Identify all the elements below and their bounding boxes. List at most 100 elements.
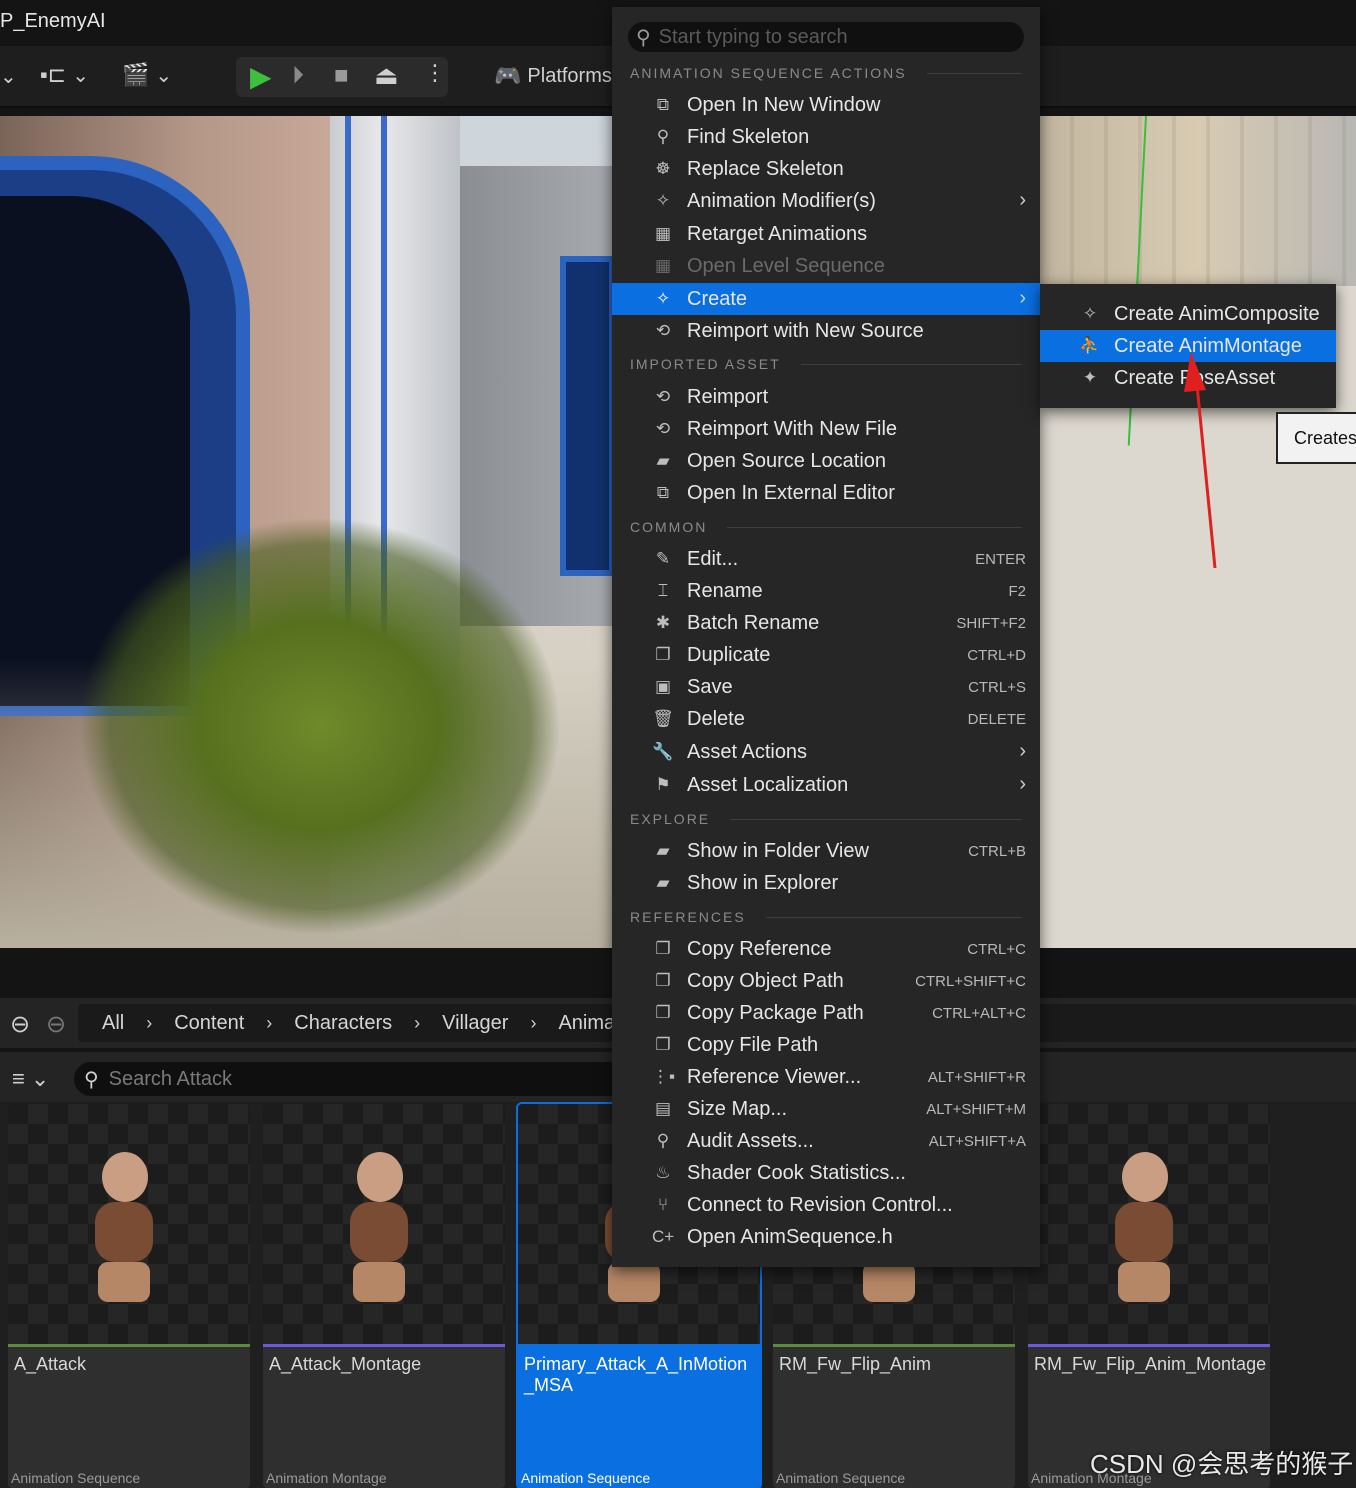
menu-item-label: Batch Rename (687, 612, 820, 634)
menu-item-shader-cook-statistics[interactable]: ♨ Shader Cook Statistics... (612, 1157, 1040, 1189)
menu-item-find-skeleton[interactable]: ⚲ Find Skeleton (612, 121, 1040, 153)
asset-search-placeholder: Search Attack (108, 1067, 233, 1090)
submenu-item-create-poseasset[interactable]: ✦ Create PoseAsset (1040, 362, 1336, 394)
shortcut-label: F2 (1008, 583, 1026, 600)
menu-item-open-in-external-editor[interactable]: ⧉ Open In External Editor (612, 477, 1040, 509)
asset-name: A_Attack (14, 1354, 87, 1374)
character-preview (90, 1152, 160, 1302)
breadcrumb-content[interactable]: Content (174, 1012, 244, 1035)
chevron-right-icon[interactable]: › (414, 1013, 420, 1034)
flag-icon: ⚑ (655, 775, 671, 794)
menu-item-label: Reference Viewer... (687, 1066, 862, 1088)
menu-item-label: Retarget Animations (687, 223, 868, 245)
menu-item-edit[interactable]: ✎ Edit... ENTER (612, 543, 1040, 575)
menu-item-retarget-animations[interactable]: ▦ Retarget Animations (612, 218, 1040, 250)
menu-item-label: Rename (687, 580, 763, 602)
submenu-item-create-animcomposite[interactable]: ✧ Create AnimComposite (1040, 298, 1336, 330)
menu-item-copy-reference[interactable]: ❐ Copy Reference CTRL+C (612, 933, 1040, 965)
menu-item-asset-localization[interactable]: ⚑ Asset Localization › (612, 769, 1040, 801)
menu-item-show-in-explorer[interactable]: ▰ Show in Explorer (612, 867, 1040, 899)
rename-icon: ⌶ (657, 581, 669, 600)
menu-item-copy-package-path[interactable]: ❐ Copy Package Path CTRL+ALT+C (612, 997, 1040, 1029)
menu-item-delete[interactable]: 🗑 Delete DELETE (612, 703, 1040, 735)
chevron-right-icon[interactable]: › (530, 1013, 536, 1034)
asset-tile[interactable]: A_Attack_Montage Animation Montage (263, 1104, 505, 1488)
menu-item-label: Shader Cook Statistics... (687, 1162, 906, 1184)
menu-item-label: Copy Package Path (687, 1002, 864, 1024)
retarget-icon: ▦ (654, 224, 672, 243)
menu-item-open-animsequence-h[interactable]: C+ Open AnimSequence.h (612, 1221, 1040, 1253)
chevron-right-icon[interactable]: › (266, 1013, 272, 1034)
menu-item-open-source-location[interactable]: ▰ Open Source Location (612, 445, 1040, 477)
asset-type: Animation Sequence (11, 1470, 141, 1486)
menu-item-batch-rename[interactable]: ✱ Batch Rename SHIFT+F2 (612, 607, 1040, 639)
search-icon: ⚲ (84, 1068, 99, 1091)
back-icon[interactable]: ⊖ (10, 1010, 30, 1039)
menu-item-asset-actions[interactable]: 🔧 Asset Actions › (612, 736, 1040, 768)
chevron-right-icon[interactable]: › (146, 1013, 152, 1034)
shortcut-label: ENTER (975, 551, 1026, 568)
filter-button[interactable]: ≡ ⌄ (12, 1066, 49, 1092)
menu-item-open-in-new-window[interactable]: ⧉ Open In New Window (612, 89, 1040, 121)
play-icon[interactable]: ▶ (250, 60, 272, 93)
scene-street-buildings (1040, 116, 1356, 286)
more-options-icon[interactable]: ⋮ (424, 60, 446, 86)
menu-item-reimport-with-new-source[interactable]: ⟲ Reimport with New Source (612, 315, 1040, 347)
section-explore: EXPLORE (630, 811, 1022, 827)
breadcrumb-characters[interactable]: Characters (294, 1012, 392, 1035)
copy-icon: ❐ (655, 1035, 671, 1054)
menu-item-animation-modifier-s[interactable]: ✧ Animation Modifier(s) › (612, 185, 1040, 217)
menu-item-create[interactable]: ✧ Create › (612, 283, 1040, 315)
menu-item-duplicate[interactable]: ❐ Duplicate CTRL+D (612, 639, 1040, 671)
menu-item-audit-assets[interactable]: ⚲ Audit Assets... ALT+SHIFT+A (612, 1125, 1040, 1157)
menu-item-reimport[interactable]: ⟲ Reimport (612, 381, 1040, 413)
menu-search-input[interactable]: ⚲ Start typing to search (628, 22, 1024, 52)
shortcut-label: ALT+SHIFT+A (928, 1133, 1026, 1150)
menu-item-replace-skeleton[interactable]: ☸ Replace Skeleton (612, 153, 1040, 185)
asset-tile[interactable]: A_Attack Animation Sequence (8, 1104, 250, 1488)
create-icon: ✧ (655, 289, 671, 308)
menu-item-label: Open In New Window (687, 94, 881, 116)
menu-item-reimport-with-new-file[interactable]: ⟲ Reimport With New File (612, 413, 1040, 445)
asset-tile[interactable]: RM_Fw_Flip_Anim_Montage Animation Montage (1028, 1104, 1270, 1488)
menu-item-label: Show in Folder View (687, 840, 869, 862)
breadcrumb-villager[interactable]: Villager (442, 1012, 508, 1035)
asset-type: Animation Sequence (776, 1470, 906, 1486)
platforms-button[interactable]: 🎮 Platforms (494, 63, 612, 89)
chevron-down-icon: ⌄ (155, 64, 173, 87)
breadcrumb-animations[interactable]: Anima (558, 1012, 615, 1035)
step-icon[interactable]: ⏵ (292, 62, 304, 90)
shortcut-label: CTRL+D (967, 647, 1026, 664)
menu-item-copy-file-path[interactable]: ❐ Copy File Path (612, 1029, 1040, 1061)
asset-type: Animation Montage (266, 1470, 387, 1486)
delete-icon: 🗑 (652, 709, 674, 728)
asset-type-bar (773, 1344, 1015, 1347)
menu-item-save[interactable]: ▣ Save CTRL+S (612, 671, 1040, 703)
toolbar-dropdown-button[interactable]: ⌄ (0, 64, 17, 89)
blueprint-mode-button[interactable]: ▪⊏ ⌄ (40, 62, 89, 88)
character-preview (345, 1152, 415, 1302)
menu-item-label: Replace Skeleton (687, 158, 844, 180)
menu-item-open-level-sequence: ▦ Open Level Sequence (612, 250, 1040, 282)
menu-item-reference-viewer[interactable]: ⋮▪ Reference Viewer... ALT+SHIFT+R (612, 1061, 1040, 1093)
menu-item-connect-to-revision-control[interactable]: ⑂ Connect to Revision Control... (612, 1189, 1040, 1221)
tooltip: Creates (1276, 412, 1356, 464)
menu-item-show-in-folder-view[interactable]: ▰ Show in Folder View CTRL+B (612, 835, 1040, 867)
anim-composite-icon: ✧ (1082, 304, 1098, 323)
menu-item-label: Open Source Location (687, 450, 887, 472)
forward-icon[interactable]: ⊖ (46, 1010, 66, 1039)
eject-icon[interactable]: ⏏ (374, 60, 399, 91)
menu-item-rename[interactable]: ⌶ Rename F2 (612, 575, 1040, 607)
size-map-icon: ▤ (654, 1099, 672, 1118)
menu-item-size-map[interactable]: ▤ Size Map... ALT+SHIFT+M (612, 1093, 1040, 1125)
menu-item-label: Reimport with New Source (687, 320, 924, 342)
stop-icon[interactable]: ■ (334, 62, 349, 90)
asset-search-input[interactable]: ⚲ Search Attack (74, 1062, 634, 1096)
watermark: CSDN @会思考的猴子 (1090, 1449, 1354, 1479)
section-label: IMPORTED ASSET (630, 356, 781, 372)
menu-item-label: Find Skeleton (687, 126, 810, 148)
menu-item-copy-object-path[interactable]: ❐ Copy Object Path CTRL+SHIFT+C (612, 965, 1040, 997)
breadcrumb-all[interactable]: All (102, 1012, 124, 1035)
submenu-item-create-animmontage[interactable]: ⛹ Create AnimMontage (1040, 330, 1336, 362)
cinematics-button[interactable]: 🎬 ⌄ (122, 62, 172, 88)
